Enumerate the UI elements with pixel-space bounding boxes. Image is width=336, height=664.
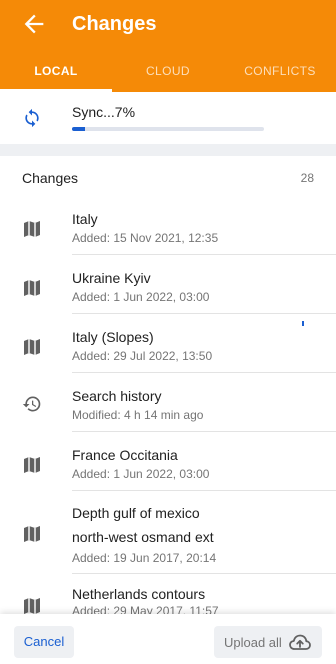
cancel-button[interactable]: Cancel bbox=[14, 626, 74, 658]
map-icon bbox=[24, 280, 40, 296]
app-header: Changes LOCAL CLOUD CONFLICTS bbox=[0, 0, 336, 92]
tab-conflicts[interactable]: CONFLICTS bbox=[224, 56, 336, 92]
map-icon bbox=[24, 526, 40, 542]
item-name: Ukraine Kyiv bbox=[72, 270, 151, 286]
sync-status-text: Sync...7% bbox=[72, 104, 136, 120]
changes-section-header: Changes 28 bbox=[0, 156, 336, 196]
changes-count: 28 bbox=[300, 171, 314, 185]
tab-local[interactable]: LOCAL bbox=[0, 56, 112, 92]
sync-progress-fill bbox=[72, 127, 86, 131]
map-icon bbox=[24, 339, 40, 355]
item-name: Depth gulf of mexico bbox=[72, 505, 200, 521]
item-subtitle: Added: 1 Jun 2022, 03:00 bbox=[72, 467, 210, 481]
section-divider bbox=[0, 144, 336, 156]
item-name: Search history bbox=[72, 388, 162, 404]
changes-list: Italy Added: 15 Nov 2021, 12:35 Ukraine … bbox=[0, 196, 336, 618]
list-item[interactable]: Depth gulf of mexico north-west osmand e… bbox=[0, 491, 336, 574]
cloud-upload-icon bbox=[289, 634, 311, 650]
list-item[interactable]: Italy Added: 15 Nov 2021, 12:35 bbox=[0, 196, 336, 255]
item-name: Italy (Slopes) bbox=[72, 329, 154, 345]
list-item[interactable]: Search history Modified: 4 h 14 min ago bbox=[0, 373, 336, 432]
map-icon bbox=[24, 221, 40, 237]
list-item[interactable]: Ukraine Kyiv Added: 1 Jun 2022, 03:00 bbox=[0, 255, 336, 314]
tab-cloud[interactable]: CLOUD bbox=[112, 56, 224, 92]
sync-status-row: Sync...7% bbox=[0, 92, 336, 144]
map-icon bbox=[24, 457, 40, 473]
item-subtitle: Added: 15 Nov 2021, 12:35 bbox=[72, 231, 219, 245]
upload-all-label: Upload all bbox=[224, 635, 282, 650]
bottom-action-bar: Cancel Upload all bbox=[0, 614, 336, 664]
tab-bar: LOCAL CLOUD CONFLICTS bbox=[0, 56, 336, 92]
list-item[interactable]: Netherlands contours Added: 29 May 2017,… bbox=[0, 574, 336, 618]
list-item[interactable]: France Occitania Added: 1 Jun 2022, 03:0… bbox=[0, 432, 336, 491]
page-title: Changes bbox=[72, 13, 157, 35]
list-item[interactable]: Italy (Slopes) Added: 29 Jul 2022, 13:50 bbox=[0, 314, 336, 373]
sync-icon bbox=[25, 108, 39, 128]
item-name: Italy bbox=[72, 211, 98, 227]
arrow-left-icon[interactable] bbox=[20, 10, 48, 38]
map-icon bbox=[24, 598, 40, 614]
changes-title: Changes bbox=[22, 170, 79, 186]
item-name: Netherlands contours bbox=[72, 586, 206, 602]
item-name: France Occitania bbox=[72, 447, 178, 463]
scroll-indicator bbox=[302, 321, 304, 326]
upload-all-button[interactable]: Upload all bbox=[214, 626, 322, 658]
item-name-line2: north-west osmand ext bbox=[72, 529, 214, 545]
item-subtitle: Added: 29 Jul 2022, 13:50 bbox=[72, 349, 213, 363]
sync-progress-bar bbox=[72, 127, 264, 131]
item-subtitle: Added: 19 Jun 2017, 20:14 bbox=[72, 551, 217, 565]
item-subtitle: Modified: 4 h 14 min ago bbox=[72, 408, 204, 422]
item-subtitle: Added: 1 Jun 2022, 03:00 bbox=[72, 290, 210, 304]
history-icon bbox=[22, 396, 41, 412]
